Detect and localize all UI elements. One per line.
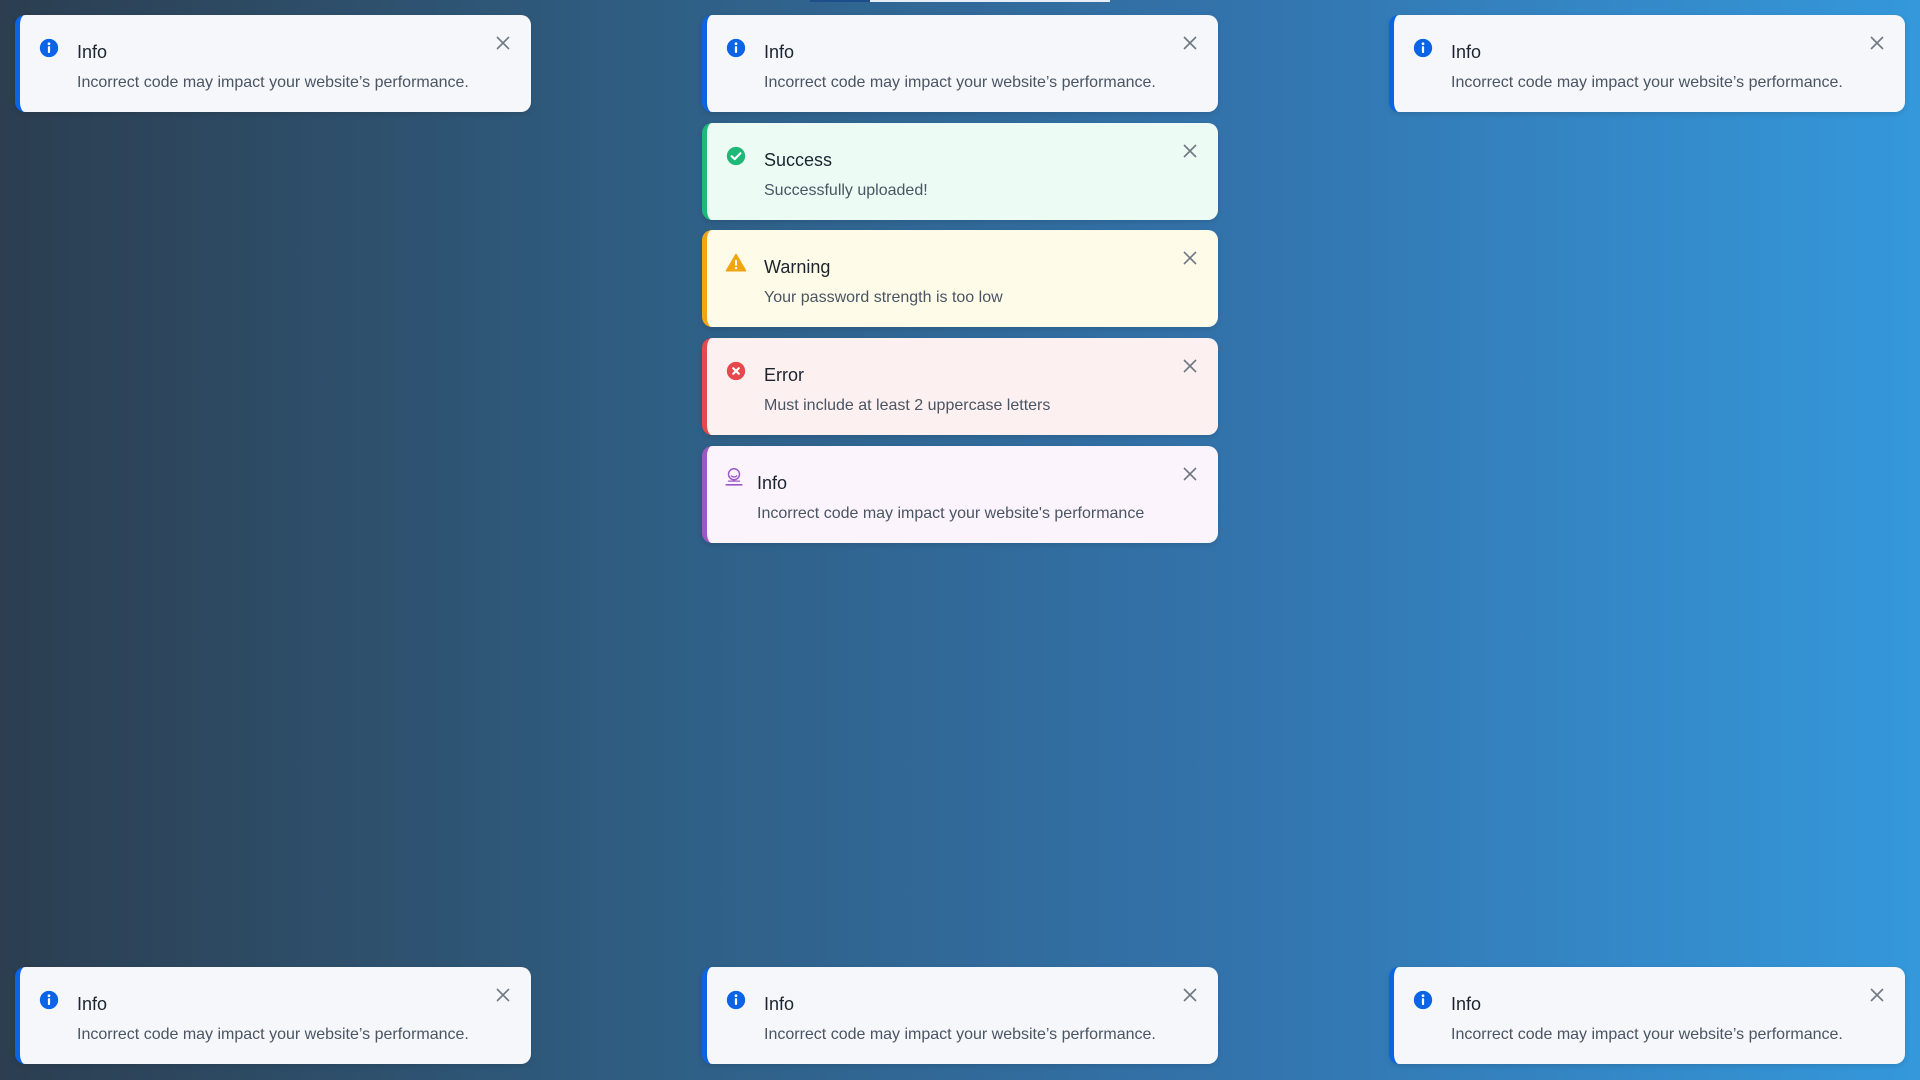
toast-message: Incorrect code may impact your website’s… xyxy=(764,74,1156,91)
error-circle-icon xyxy=(726,361,746,381)
top-progress-indicator xyxy=(810,0,870,2)
toast-info-bottom-center: Info Incorrect code may impact your webs… xyxy=(702,967,1218,1064)
toast-message: Successfully uploaded! xyxy=(764,182,928,199)
toast-title: Info xyxy=(1451,994,1482,1014)
toast-message: Incorrect code may impact your website’s… xyxy=(1451,1026,1843,1043)
toast-message: Incorrect code may impact your website’s… xyxy=(77,74,469,91)
toast-info-bottom-right: Info Incorrect code may impact your webs… xyxy=(1389,967,1905,1064)
toast-title: Info xyxy=(764,994,795,1014)
toast-message: Must include at least 2 uppercase letter… xyxy=(764,397,1051,414)
user-badge-icon xyxy=(725,468,743,486)
toast-info-bottom-left: Info Incorrect code may impact your webs… xyxy=(15,967,531,1064)
toast-title: Success xyxy=(764,150,833,170)
info-icon xyxy=(39,990,59,1010)
close-icon[interactable] xyxy=(1865,31,1889,55)
close-icon[interactable] xyxy=(1178,139,1202,163)
toast-message: Incorrect code may impact your website's… xyxy=(757,505,1145,522)
toast-warning: Warning Your password strength is too lo… xyxy=(702,230,1218,327)
toast-title: Info xyxy=(77,994,108,1014)
info-icon xyxy=(39,38,59,58)
toast-message: Your password strength is too low xyxy=(764,289,1003,306)
toast-title: Info xyxy=(1451,42,1482,62)
toast-message: Incorrect code may impact your website’s… xyxy=(1451,74,1843,91)
toast-title: Error xyxy=(764,365,804,385)
toast-message: Incorrect code may impact your website’s… xyxy=(764,1026,1156,1043)
toast-info-top-left: Info Incorrect code may impact your webs… xyxy=(15,15,531,112)
toast-message: Incorrect code may impact your website’s… xyxy=(77,1026,469,1043)
toast-info-top-right: Info Incorrect code may impact your webs… xyxy=(1389,15,1905,112)
toast-title: Warning xyxy=(764,257,831,277)
close-icon[interactable] xyxy=(1178,462,1202,486)
close-icon[interactable] xyxy=(1865,983,1889,1007)
close-icon[interactable] xyxy=(1178,246,1202,270)
info-icon xyxy=(1413,990,1433,1010)
toast-title: Info xyxy=(77,42,108,62)
info-icon xyxy=(726,38,746,58)
toast-info-top-center: Info Incorrect code may impact your webs… xyxy=(702,15,1218,112)
close-icon[interactable] xyxy=(1178,354,1202,378)
toast-custom-info: Info Incorrect code may impact your webs… xyxy=(702,446,1218,543)
info-icon xyxy=(726,990,746,1010)
close-icon[interactable] xyxy=(1178,983,1202,1007)
warning-triangle-icon xyxy=(725,253,747,272)
info-icon xyxy=(1413,38,1433,58)
toast-title: Info xyxy=(764,42,795,62)
close-icon[interactable] xyxy=(491,31,515,55)
toast-title: Info xyxy=(757,473,788,493)
check-circle-icon xyxy=(726,146,746,166)
toast-error: Error Must include at least 2 uppercase … xyxy=(702,338,1218,435)
toast-success: Success Successfully uploaded! xyxy=(702,123,1218,220)
top-progress-track xyxy=(870,0,1110,2)
close-icon[interactable] xyxy=(1178,31,1202,55)
close-icon[interactable] xyxy=(491,983,515,1007)
